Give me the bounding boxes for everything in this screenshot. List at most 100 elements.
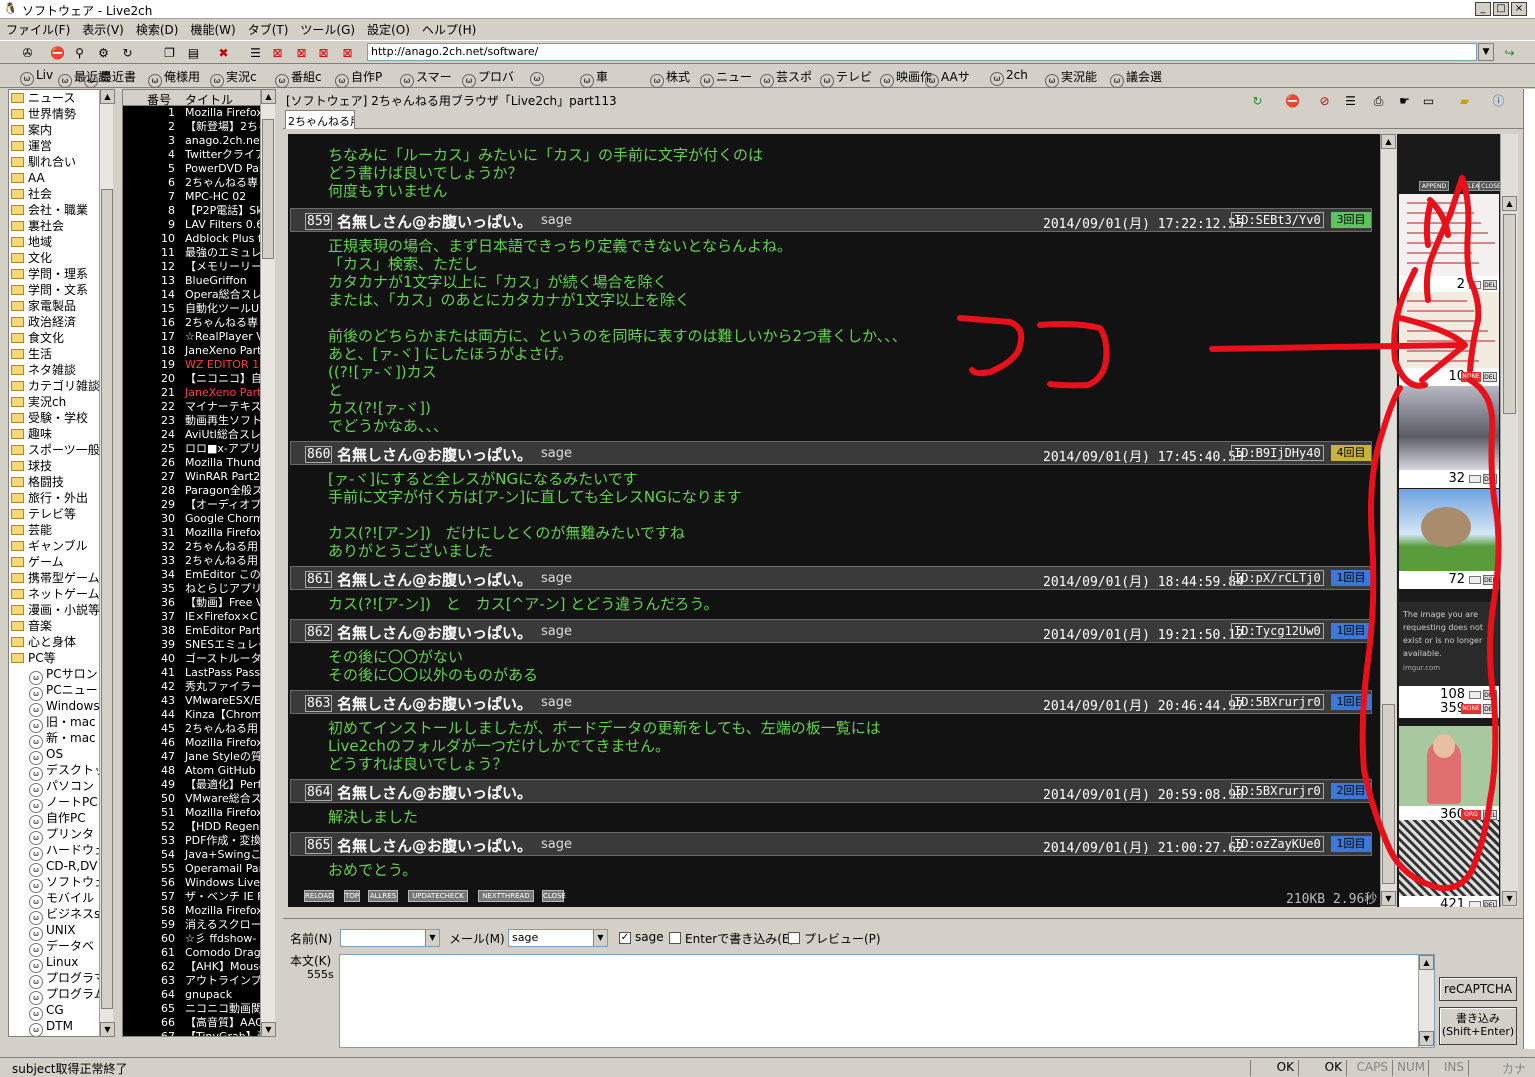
category-item[interactable]: 馴れ合い [9,154,112,170]
category-item[interactable]: ニュース [9,90,112,106]
stop-icon[interactable]: ⛔ [1283,92,1302,110]
thumbnail[interactable]: 421 DEL [1399,820,1499,907]
chevron-down-icon[interactable]: ▼ [1478,43,1494,61]
category-item[interactable]: 裏社会 [9,218,112,234]
thumbnail-image[interactable] [1399,489,1499,571]
post-number[interactable]: 862 [305,624,333,641]
bookmark-item[interactable]: ω車 [580,68,608,88]
preview-checkbox[interactable] [788,932,800,944]
scroll-up-icon[interactable]: ▲ [1502,196,1517,211]
thumbnail-image[interactable] [1399,820,1499,896]
subject-row[interactable]: 20 【ニコニコ】自動 [123,372,274,386]
body-textarea[interactable] [339,954,1435,1048]
subject-row[interactable]: 34 EmEditor この [123,568,274,582]
subject-row[interactable]: 24 AviUtl総合スレ [123,428,274,442]
subject-row[interactable]: 22 マイナーテキス [123,400,274,414]
bookmark-item[interactable]: ω 株式 [650,68,690,88]
minimize-button[interactable]: _ [1475,2,1491,16]
thumbnail-delete-button[interactable]: DEL [1483,474,1497,484]
board-item[interactable]: ω PCニュー [9,682,112,701]
subject-row[interactable]: 50 VMware総合ス [123,792,274,806]
category-item[interactable]: 学問・文系 [9,282,112,298]
scroll-thumb[interactable] [1503,214,1516,414]
bookmark-item[interactable]: ω Liv [20,68,53,86]
thread-scrollbar[interactable]: ▲ ▼ [1380,134,1396,907]
board-item[interactable]: ω ソフトウェ [9,874,112,893]
subject-row[interactable]: 12 【メモリーリーク [123,260,274,274]
board-item[interactable]: ω ビジネスs [9,906,112,925]
thumbnail-delete-button[interactable]: DEL [1483,810,1497,820]
thumbnail-tag[interactable]: ORG [1461,810,1481,820]
board-item[interactable]: ω データベ [9,938,112,957]
thumbnail-minimize-button[interactable] [1469,281,1481,289]
cancel-icon[interactable]: ✇ [18,44,37,62]
subject-row[interactable]: 30 Google Chorme [123,512,274,526]
category-item[interactable]: 社会 [9,186,112,202]
category-item[interactable]: ギャンブル [9,538,112,554]
bookmark-item[interactable]: ω スマー [400,68,452,88]
board-item[interactable]: ω CG [9,1002,112,1021]
subject-row[interactable]: 54 Java+Swingこ [123,848,274,862]
subject-row[interactable]: 19 WZ EDITOR 1S [123,358,274,372]
link-icon[interactable]: ⚲ [70,44,89,62]
subject-row[interactable]: 8 【P2P電話】Sk [123,204,274,218]
url-input[interactable]: http://anago.2ch.net/software/ [367,43,1477,61]
category-item[interactable]: 文化 [9,250,112,266]
board-item[interactable]: ω プログラム [9,986,112,1005]
subject-row[interactable]: 61 Comodo Drago [123,946,274,960]
category-item[interactable]: スポーツ一般 [9,442,112,458]
board-item[interactable]: ω 新・mac [9,730,112,749]
subject-row[interactable]: 38 EmEditor Part [123,624,274,638]
subject-row[interactable]: 60 ☆彡 ffdshow- [123,932,274,946]
bookmark-item[interactable]: ω テレビ [820,68,872,88]
scroll-down-icon[interactable]: ▼ [1502,891,1517,906]
thread-close-button[interactable]: CLOSE [542,890,566,902]
recaptcha-button[interactable]: reCAPTCHA [1439,977,1517,1001]
subject-row[interactable]: 14 Opera総合スレ [123,288,274,302]
image-append-button[interactable]: APPEND [1419,181,1449,191]
subject-row[interactable]: 39 SNESエミュレー [123,638,274,652]
subject-row[interactable]: 11 最強のエミュレ [123,246,274,260]
post-id[interactable]: ID:SEBt3/Yv0 [1231,212,1324,228]
subject-row[interactable]: 52 【HDD Regener [123,820,274,834]
thumbnail-delete-button[interactable]: DEL [1483,372,1497,382]
thumbnail-minimize-button[interactable] [1469,901,1481,907]
subject-row[interactable]: 36 【動画】Free V [123,596,274,610]
post-number[interactable]: 865 [305,837,333,854]
category-item[interactable]: ネットゲーム [9,586,112,602]
subject-row[interactable]: 55 Operamail Part [123,862,274,876]
thumbnail[interactable]: 2 DEL [1399,194,1499,294]
post-id[interactable]: ID:pX/rCLTj0 [1231,570,1324,586]
post-id[interactable]: ID:5BXrurjr0 [1231,783,1324,799]
subject-row[interactable]: 63 アウトラインプロ [123,974,274,988]
subject-row[interactable]: 62 【AHK】MouseG [123,960,274,974]
subject-row[interactable]: 37 IE×Firefox×C [123,610,274,624]
tree-scrollbar[interactable]: ▲ ▼ [99,89,115,1037]
bookmark-item[interactable]: ω 芸スポ [760,68,812,88]
category-item[interactable]: 会社・職業 [9,202,112,218]
post-id[interactable]: ID:Tycg12Uw0 [1231,623,1324,639]
post-id[interactable]: ID:B9IjDHy40 [1231,445,1324,461]
thumbnail[interactable]: 72 DEL [1399,489,1499,589]
subject-row[interactable]: 26 Mozilla Thunde [123,456,274,470]
board-item[interactable]: ω プログラマ [9,970,112,989]
board-item[interactable]: ω DTM [9,1018,112,1036]
thumbnail-delete-button[interactable]: DEL [1483,575,1497,585]
bookmark-item[interactable]: ω [530,68,546,86]
category-item[interactable]: AA [9,170,112,186]
image-scrollbar[interactable]: ▲ ▼ [1500,134,1518,907]
board-item[interactable]: ω 自作PC [9,810,112,829]
close-window-button[interactable]: × [1511,2,1527,16]
category-item[interactable]: 球技 [9,458,112,474]
scroll-down-icon[interactable]: ▼ [261,1022,276,1037]
post-number[interactable]: 863 [305,695,333,712]
subject-row[interactable]: 4 Twitterクライア [123,148,274,162]
subject-row[interactable]: 21 JaneXeno Part [123,386,274,400]
thumbnail-minimize-button[interactable] [1469,576,1481,584]
thumbnail[interactable]: 32 DEL [1399,386,1499,488]
name-field[interactable]: ▼ [340,929,440,947]
category-item[interactable]: 受験・学校 [9,410,112,426]
body-scrollbar[interactable]: ▲ ▼ [1418,955,1434,1047]
info-icon[interactable]: ⓘ [1489,92,1508,110]
maximize-button[interactable]: □ [1493,2,1509,16]
